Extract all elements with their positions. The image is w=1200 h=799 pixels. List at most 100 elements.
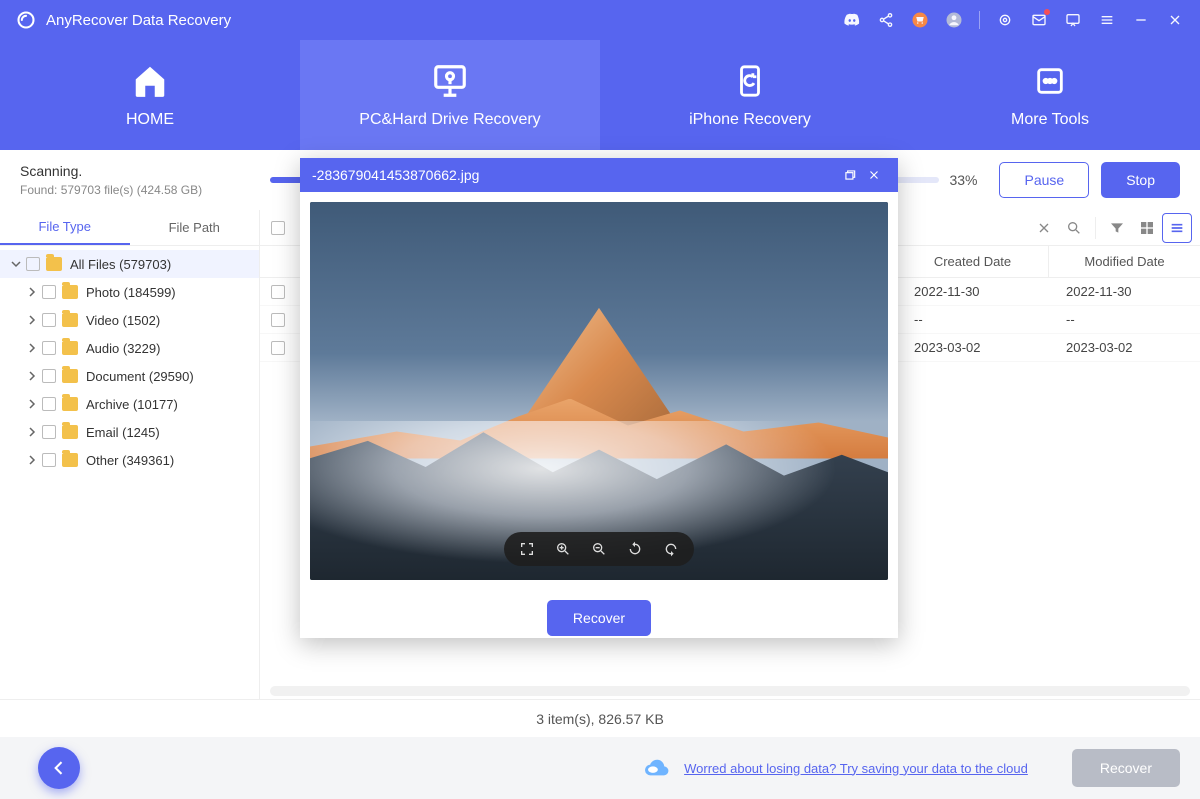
image-controls bbox=[504, 532, 694, 566]
cell-created: -- bbox=[896, 312, 1048, 327]
checkbox[interactable] bbox=[26, 257, 40, 271]
caret-right-icon[interactable] bbox=[26, 343, 38, 353]
folder-icon bbox=[62, 341, 78, 355]
mail-icon[interactable] bbox=[1030, 11, 1048, 29]
target-icon[interactable] bbox=[996, 11, 1014, 29]
more-tools-icon bbox=[1030, 61, 1070, 101]
filter-icon[interactable] bbox=[1102, 213, 1132, 243]
tree-label: Document (29590) bbox=[86, 369, 194, 384]
clear-icon[interactable] bbox=[1029, 213, 1059, 243]
row-checkbox[interactable] bbox=[271, 285, 285, 299]
col-created[interactable]: Created Date bbox=[896, 246, 1048, 277]
home-icon bbox=[130, 61, 170, 101]
minimize-icon[interactable] bbox=[1132, 11, 1150, 29]
zoom-out-icon[interactable] bbox=[590, 540, 608, 558]
cart-icon[interactable] bbox=[911, 11, 929, 29]
nav-pc-label: PC&Hard Drive Recovery bbox=[359, 111, 540, 129]
checkbox[interactable] bbox=[42, 369, 56, 383]
grid-view-icon[interactable] bbox=[1132, 213, 1162, 243]
tree-label: Video (1502) bbox=[86, 313, 160, 328]
caret-right-icon[interactable] bbox=[26, 371, 38, 381]
tree-document[interactable]: Document (29590) bbox=[0, 362, 259, 390]
recover-button-disabled[interactable]: Recover bbox=[1072, 749, 1180, 787]
col-modified[interactable]: Modified Date bbox=[1048, 246, 1200, 277]
checkbox[interactable] bbox=[42, 285, 56, 299]
tree-label: Photo (184599) bbox=[86, 285, 176, 300]
folder-icon bbox=[62, 369, 78, 383]
tree-label: Email (1245) bbox=[86, 425, 160, 440]
checkbox[interactable] bbox=[42, 313, 56, 327]
nav-home[interactable]: HOME bbox=[0, 40, 300, 150]
profile-icon[interactable] bbox=[945, 11, 963, 29]
pause-button[interactable]: Pause bbox=[999, 162, 1089, 198]
list-view-icon[interactable] bbox=[1162, 213, 1192, 243]
caret-right-icon[interactable] bbox=[26, 427, 38, 437]
preview-dialog: -283679041453870662.jpg Recover bbox=[300, 158, 898, 638]
fullscreen-icon[interactable] bbox=[518, 540, 536, 558]
tree-video[interactable]: Video (1502) bbox=[0, 306, 259, 334]
caret-right-icon[interactable] bbox=[26, 287, 38, 297]
tree-label: Archive (10177) bbox=[86, 397, 178, 412]
restore-window-icon[interactable] bbox=[838, 163, 862, 187]
bottom-bar: Worred about losing data? Try saving you… bbox=[0, 737, 1200, 799]
tree-label: Audio (3229) bbox=[86, 341, 160, 356]
checkbox[interactable] bbox=[42, 397, 56, 411]
app-title: AnyRecover Data Recovery bbox=[46, 12, 843, 29]
rotate-left-icon[interactable] bbox=[626, 540, 644, 558]
select-all-checkbox[interactable] bbox=[271, 221, 285, 235]
discord-icon[interactable] bbox=[843, 11, 861, 29]
tree-label: Other (349361) bbox=[86, 453, 174, 468]
stop-button[interactable]: Stop bbox=[1101, 162, 1180, 198]
main-nav: HOME PC&Hard Drive Recovery iPhone Recov… bbox=[0, 40, 1200, 150]
tree-other[interactable]: Other (349361) bbox=[0, 446, 259, 474]
preview-header[interactable]: -283679041453870662.jpg bbox=[300, 158, 898, 192]
monitor-icon bbox=[430, 61, 470, 101]
row-checkbox[interactable] bbox=[271, 341, 285, 355]
row-checkbox[interactable] bbox=[271, 313, 285, 327]
file-tree: All Files (579703) Photo (184599) Video … bbox=[0, 246, 259, 478]
folder-icon bbox=[46, 257, 62, 271]
share-icon[interactable] bbox=[877, 11, 895, 29]
cloud-icon bbox=[644, 759, 670, 777]
tree-archive[interactable]: Archive (10177) bbox=[0, 390, 259, 418]
caret-right-icon[interactable] bbox=[26, 455, 38, 465]
tree-audio[interactable]: Audio (3229) bbox=[0, 334, 259, 362]
found-label: Found: 579703 file(s) (424.58 GB) bbox=[20, 183, 260, 197]
cell-modified: -- bbox=[1048, 312, 1200, 327]
caret-right-icon[interactable] bbox=[26, 315, 38, 325]
nav-iphone-recovery[interactable]: iPhone Recovery bbox=[600, 40, 900, 150]
back-button[interactable] bbox=[38, 747, 80, 789]
zoom-in-icon[interactable] bbox=[554, 540, 572, 558]
folder-icon bbox=[62, 397, 78, 411]
cell-created: 2022-11-30 bbox=[896, 284, 1048, 299]
menu-icon[interactable] bbox=[1098, 11, 1116, 29]
preview-recover-button[interactable]: Recover bbox=[547, 600, 651, 636]
close-preview-icon[interactable] bbox=[862, 163, 886, 187]
phone-refresh-icon bbox=[730, 61, 770, 101]
caret-down-icon[interactable] bbox=[10, 259, 22, 269]
tree-all-files[interactable]: All Files (579703) bbox=[0, 250, 259, 278]
sidebar: File Type File Path All Files (579703) P… bbox=[0, 210, 260, 699]
cloud-save-link[interactable]: Worred about losing data? Try saving you… bbox=[684, 761, 1028, 776]
checkbox[interactable] bbox=[42, 453, 56, 467]
tree-photo[interactable]: Photo (184599) bbox=[0, 278, 259, 306]
checkbox[interactable] bbox=[42, 341, 56, 355]
summary-bar: 3 item(s), 826.57 KB bbox=[0, 699, 1200, 737]
title-bar: AnyRecover Data Recovery bbox=[0, 0, 1200, 40]
close-icon[interactable] bbox=[1166, 11, 1184, 29]
tree-email[interactable]: Email (1245) bbox=[0, 418, 259, 446]
sidebar-tab-file-type[interactable]: File Type bbox=[0, 210, 130, 245]
nav-more-tools[interactable]: More Tools bbox=[900, 40, 1200, 150]
scanning-label: Scanning. bbox=[20, 163, 260, 179]
caret-right-icon[interactable] bbox=[26, 399, 38, 409]
nav-pc-recovery[interactable]: PC&Hard Drive Recovery bbox=[300, 40, 600, 150]
checkbox[interactable] bbox=[42, 425, 56, 439]
app-logo-icon bbox=[16, 10, 36, 30]
feedback-icon[interactable] bbox=[1064, 11, 1082, 29]
rotate-right-icon[interactable] bbox=[662, 540, 680, 558]
horizontal-scrollbar[interactable] bbox=[270, 686, 1190, 696]
sidebar-tab-file-path[interactable]: File Path bbox=[130, 210, 260, 245]
search-icon[interactable] bbox=[1059, 213, 1089, 243]
preview-filename: -283679041453870662.jpg bbox=[312, 167, 838, 183]
cell-modified: 2023-03-02 bbox=[1048, 340, 1200, 355]
